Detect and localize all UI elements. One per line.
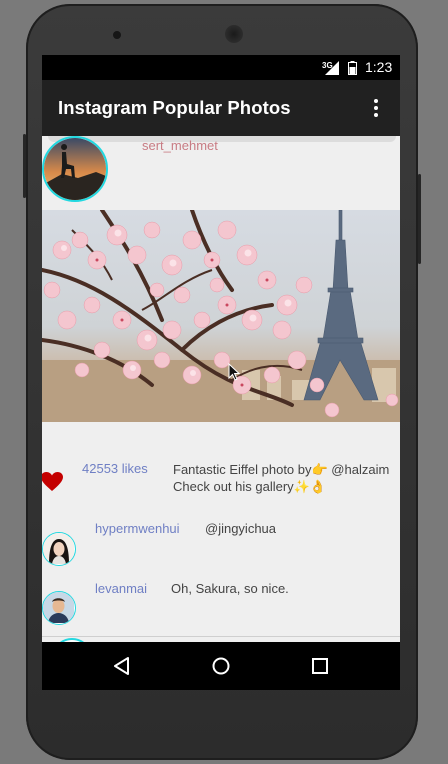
signal-icon [325,61,339,75]
feed-list[interactable]: sert_mehmet 42553 likes Fantastic Eiffel… [42,136,400,642]
navigation-bar [42,642,400,690]
front-camera [113,31,121,39]
previous-card-edge [48,136,396,142]
volume-button [418,174,421,264]
comment-username[interactable]: hypermwenhui [95,521,180,536]
post-author-avatar[interactable] [42,136,108,202]
heart-icon[interactable] [42,472,63,492]
comment-text: @jingyichua [205,521,277,536]
home-circle-icon[interactable] [209,654,233,678]
speaker-grille [225,25,243,43]
app-bar: Instagram Popular Photos [42,80,400,136]
app-title: Instagram Popular Photos [58,97,291,118]
recents-square-icon[interactable] [308,654,332,678]
comment-avatar[interactable] [42,591,76,625]
overflow-menu-icon[interactable] [368,97,384,119]
comment-text: Oh, Sakura, so nice. [171,581,289,596]
comment-username[interactable]: levanmai [95,581,147,596]
post-photo[interactable] [42,210,400,422]
device-screen: 3G 1:23 Instagram Popular Photos sert_me… [42,55,400,690]
power-button [23,134,26,198]
clock: 1:23 [365,59,393,75]
battery-icon [348,61,357,75]
post-caption: Fantastic Eiffel photo by👉 @halzaim Chec… [173,462,390,494]
likes-count: 42553 likes [82,461,148,476]
status-bar: 3G 1:23 [42,55,400,80]
mouse-cursor-icon [228,363,240,381]
back-triangle-icon[interactable] [110,654,134,678]
comment-avatar[interactable] [42,532,76,566]
next-card-divider [42,636,400,637]
post-username[interactable]: sert_mehmet [142,138,218,153]
